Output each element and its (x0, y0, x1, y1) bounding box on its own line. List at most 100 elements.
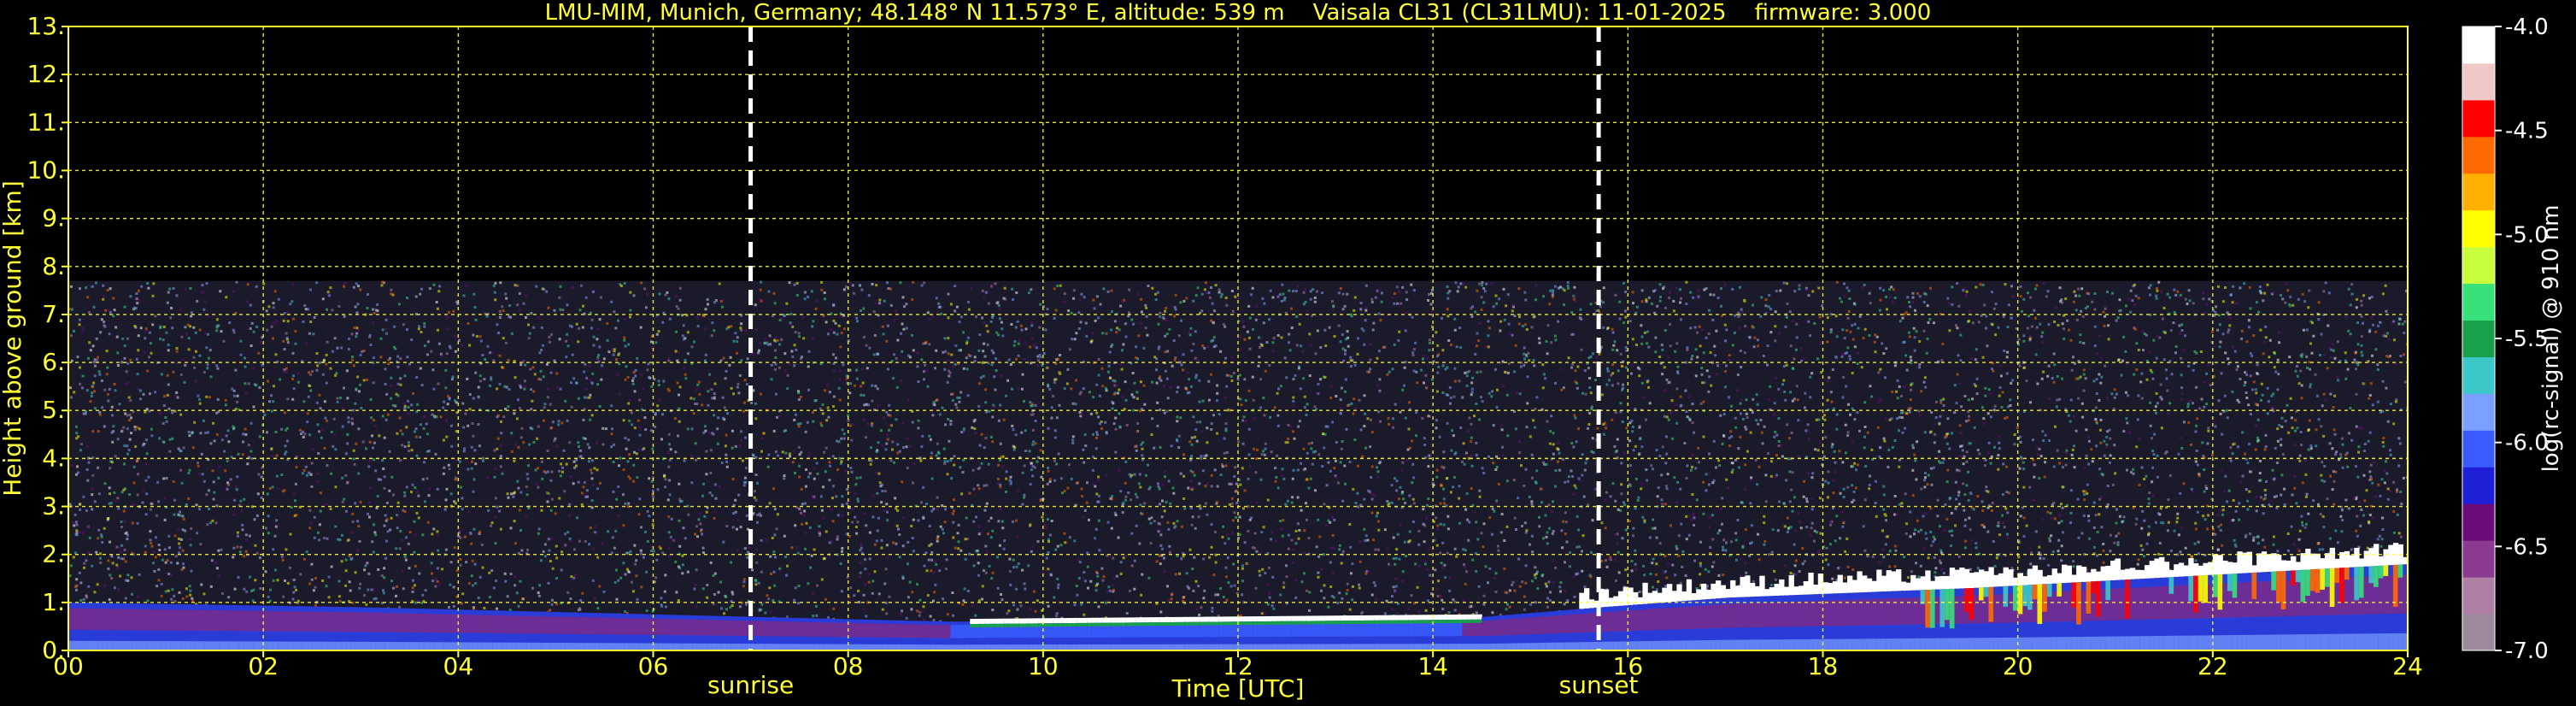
aerosol-surface (1734, 639, 1741, 650)
aerosol-band (1647, 609, 1653, 631)
inversion-top (974, 619, 981, 625)
cloud-top (1652, 591, 1658, 603)
aerosol-band (112, 609, 118, 631)
cloud-core (2320, 568, 2326, 590)
inversion-top (1106, 617, 1112, 623)
aerosol-band (1676, 607, 1682, 630)
aerosol-band (2378, 575, 2385, 615)
aerosol-surface (214, 641, 220, 650)
aerosol-surface (1433, 644, 1439, 650)
inversion-edge (1170, 621, 1176, 626)
aerosol-band (896, 624, 903, 638)
cloud-top (1842, 582, 1848, 593)
aerosol-band (1418, 621, 1424, 637)
aerosol-band (424, 614, 430, 633)
x-axis-label: Time [UTC] (1171, 674, 1305, 703)
aerosol-band (1662, 608, 1668, 630)
cloud-top (2368, 548, 2374, 567)
cloud-core (2227, 574, 2233, 591)
inversion-top (1199, 616, 1205, 622)
cloud-top (2178, 562, 2185, 577)
aerosol-surface (1330, 644, 1336, 650)
aerosol-surface (1370, 644, 1376, 650)
aerosol-band (789, 621, 795, 637)
aerosol-surface (613, 643, 620, 650)
aerosol-surface (2037, 637, 2043, 650)
aerosol-surface (287, 641, 293, 650)
aerosol-band (1437, 621, 1444, 637)
aerosol-surface (1471, 644, 1478, 650)
aerosol-surface (433, 642, 440, 650)
aerosol-surface (2168, 635, 2174, 650)
cloud-top (1998, 573, 2004, 587)
cloud-top (1783, 586, 1790, 596)
y-tick-label: 12. (26, 60, 65, 88)
aerosol-band (302, 611, 308, 632)
aerosol-surface (955, 644, 961, 650)
aerosol-surface (1170, 644, 1176, 650)
aerosol-band (1808, 601, 1814, 627)
aerosol-surface (2363, 633, 2369, 650)
aerosol-band (1754, 603, 1760, 627)
aerosol-band (1296, 622, 1302, 637)
aerosol-band (1301, 622, 1307, 637)
inversion-top (1257, 616, 1264, 622)
aerosol-band (316, 611, 323, 632)
inversion-top (1111, 617, 1117, 623)
aerosol-surface (950, 644, 956, 650)
inversion-top (1394, 615, 1399, 621)
cloud-top (1925, 570, 1931, 591)
aerosol-band (1803, 601, 1809, 627)
aerosol-surface (1979, 638, 1985, 650)
cloud-top (2363, 550, 2369, 567)
inversion-edge (1370, 620, 1376, 624)
inversion-top (1242, 616, 1249, 622)
inversion-top (1276, 615, 1282, 621)
inversion-top (1057, 618, 1064, 624)
aerosol-band (273, 611, 279, 632)
aerosol-surface (936, 644, 942, 650)
aerosol-surface (1666, 640, 1673, 650)
aerosol-band (229, 610, 235, 632)
aerosol-surface (731, 644, 737, 650)
aerosol-surface (555, 643, 561, 650)
aerosol-band (2062, 591, 2068, 622)
aerosol-band (1696, 605, 1702, 629)
inversion-edge (1013, 623, 1019, 627)
inversion-edge (1125, 622, 1132, 627)
aerosol-band (590, 617, 596, 635)
aerosol-band (126, 609, 132, 631)
aerosol-band (1486, 620, 1493, 636)
aerosol-surface (1686, 640, 1693, 650)
aerosol-band (1550, 615, 1556, 634)
aerosol-surface (2042, 637, 2048, 650)
inversion-edge (1218, 621, 1224, 626)
aerosol-band (180, 609, 186, 631)
aerosol-band (1862, 599, 1868, 626)
aerosol-band (1569, 614, 1576, 633)
aerosol-surface (1749, 639, 1756, 650)
cloud-top (1954, 569, 1960, 589)
aerosol-surface (2076, 637, 2082, 650)
inversion-edge (1208, 621, 1215, 626)
aerosol-surface (321, 641, 327, 650)
aerosol-surface (2334, 633, 2340, 650)
aerosol-surface (316, 641, 323, 650)
colorbar-segment (2462, 246, 2495, 285)
inversion-top (1228, 616, 1234, 622)
aerosol-surface (1476, 644, 1482, 650)
aerosol-surface (1764, 639, 1770, 650)
aerosol-band (892, 623, 898, 638)
aerosol-surface (1676, 640, 1682, 650)
aerosol-surface (2227, 635, 2233, 650)
inversion-edge (1394, 620, 1399, 624)
aerosol-surface (789, 644, 795, 650)
aerosol-surface (126, 640, 132, 650)
aerosol-surface (355, 641, 361, 650)
aerosol-surface (1325, 644, 1331, 650)
aerosol-surface (97, 640, 103, 650)
aerosol-surface (282, 641, 289, 650)
aerosol-surface (541, 642, 547, 650)
aerosol-surface (87, 640, 94, 650)
aerosol-band (2363, 576, 2369, 615)
